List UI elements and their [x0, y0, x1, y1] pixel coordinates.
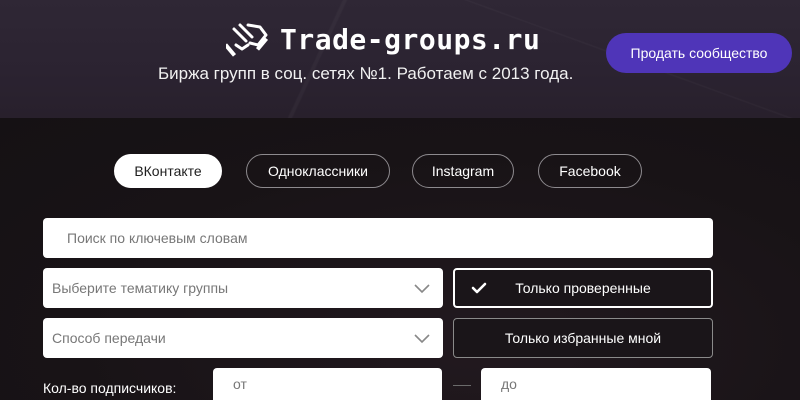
subscribers-from-input[interactable]: от [213, 368, 442, 400]
range-separator [453, 385, 471, 386]
social-network-tabs: ВКонтакте Одноклассники Instagram Facebo… [0, 154, 800, 188]
transfer-method-select[interactable]: Способ передачи [43, 318, 443, 358]
tab-odnoklassniki[interactable]: Одноклассники [246, 154, 390, 188]
tab-vkontakte[interactable]: ВКонтакте [114, 154, 222, 188]
verified-only-label: Только проверенные [515, 280, 651, 296]
verified-only-toggle[interactable]: Только проверенные [453, 268, 713, 308]
handshake-icon [226, 23, 269, 57]
search-input[interactable]: Поиск по ключевым словам [43, 218, 713, 258]
topic-select-value: Выберите тематику группы [52, 280, 229, 296]
subscribers-label: Кол-во подписчиков: [43, 380, 177, 396]
favorites-only-label: Только избранные мной [504, 330, 662, 346]
favorites-only-toggle[interactable]: Только избранные мной [453, 318, 713, 358]
tab-instagram[interactable]: Instagram [412, 154, 514, 188]
chevron-down-icon [414, 284, 430, 294]
search-placeholder: Поиск по ключевым словам [67, 230, 248, 246]
subscribers-to-input[interactable]: до [481, 368, 711, 400]
logo-text: Trade-groups.ru [280, 22, 541, 56]
site-header: Trade-groups.ru Биржа групп в соц. сетях… [0, 0, 800, 118]
transfer-select-value: Способ передачи [52, 330, 166, 346]
to-placeholder: до [501, 376, 517, 392]
checkmark-icon [471, 282, 487, 294]
tagline: Биржа групп в соц. сетях №1. Работаем с … [158, 64, 574, 83]
chevron-down-icon [414, 334, 430, 344]
logo[interactable]: Trade-groups.ru [226, 18, 540, 60]
tab-facebook[interactable]: Facebook [538, 154, 642, 188]
topic-select[interactable]: Выберите тематику группы [43, 268, 443, 308]
sell-community-button[interactable]: Продать сообщество [606, 33, 792, 73]
from-placeholder: от [233, 376, 247, 392]
